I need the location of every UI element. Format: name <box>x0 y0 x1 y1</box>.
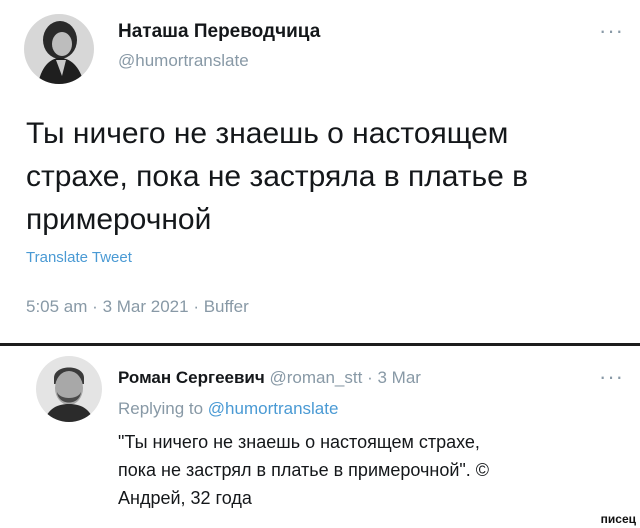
replying-to: Replying to @humortranslate <box>118 399 338 419</box>
tweet-date[interactable]: 3 Mar 2021 <box>103 297 189 316</box>
tweet-source: Buffer <box>203 297 249 316</box>
tweet-metadata: 5:05 am · 3 Mar 2021 · Buffer <box>26 297 249 317</box>
reply-author-name[interactable]: Роман Сергеевич <box>118 368 265 387</box>
meta-separator: · <box>367 368 373 387</box>
reply-header: Роман Сергеевич @roman_stt · 3 Mar <box>118 368 421 388</box>
translate-tweet-link[interactable]: Translate Tweet <box>26 249 132 266</box>
avatar-woman-photo <box>24 14 94 84</box>
tweet-text-line: Ты ничего не знаешь о настоящем <box>26 117 509 150</box>
reply-text: "Ты ничего не знаешь о настоящем страхе,… <box>118 428 618 512</box>
reply-text-line: пока не застрял в платье в примерочной".… <box>118 460 490 480</box>
reply-date[interactable]: 3 Mar <box>377 368 420 387</box>
reply-text-line: "Ты ничего не знаешь о настоящем страхе, <box>118 432 480 452</box>
replying-to-label: Replying to <box>118 399 204 418</box>
reply-author-avatar[interactable] <box>36 356 102 422</box>
reply-text-line: Андрей, 32 года <box>118 488 252 508</box>
tweet-text: Ты ничего не знаешь о настоящем страхе, … <box>26 112 626 241</box>
tweet-text-line: примерочной <box>26 203 212 236</box>
avatar-man-photo <box>36 356 102 422</box>
author-name[interactable]: Наташа Переводчица <box>118 21 320 43</box>
replying-to-handle[interactable]: @humortranslate <box>208 399 339 418</box>
more-options-icon[interactable]: ··· <box>599 20 624 42</box>
tweet-text-line: страхе, пока не застряла в платье в <box>26 160 529 193</box>
watermark: писец <box>600 512 636 526</box>
reply-more-options-icon[interactable]: ··· <box>599 366 624 388</box>
tweet-time[interactable]: 5:05 am <box>26 297 87 316</box>
meta-separator: · <box>193 297 199 316</box>
author-handle[interactable]: @humortranslate <box>118 51 249 71</box>
meta-separator: · <box>92 297 98 316</box>
reply-author-handle[interactable]: @roman_stt <box>269 368 362 387</box>
author-avatar[interactable] <box>24 14 94 84</box>
tweet-divider <box>0 343 640 346</box>
